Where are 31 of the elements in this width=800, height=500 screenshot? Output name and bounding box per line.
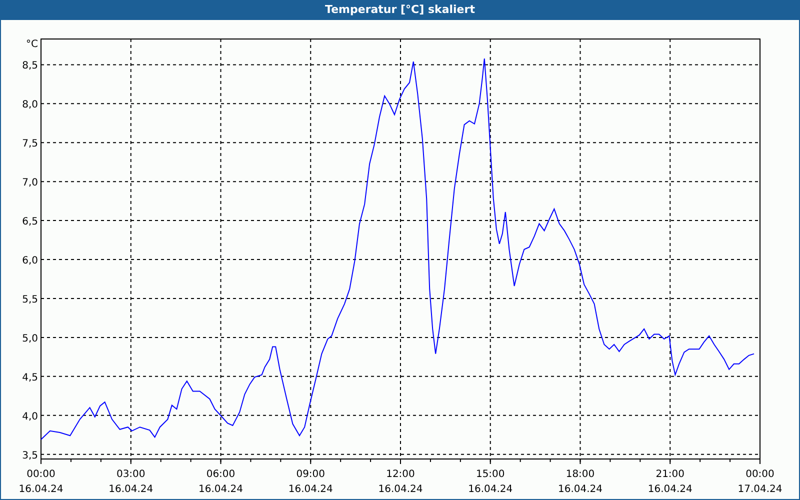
y-tick-label: 6,0: [22, 256, 38, 267]
x-tick-time-label: 21:00: [656, 469, 685, 480]
x-tick-date-label: 16.04.24: [468, 484, 513, 495]
y-tick-label: 3,5: [22, 450, 38, 462]
x-tick-time-label: 03:00: [116, 469, 146, 480]
y-tick-label: 7,5: [22, 138, 38, 150]
x-tick-time-label: 12:00: [386, 469, 415, 480]
y-tick-label: 8,0: [22, 100, 38, 111]
y-tick-label: 8,5: [22, 60, 38, 72]
x-tick-time-label: 06:00: [206, 469, 236, 480]
y-tick-label: 6,5: [22, 216, 38, 228]
y-tick-label: 5,0: [22, 333, 38, 344]
x-tick-date-label: 16.04.24: [558, 484, 603, 495]
x-tick-time-label: 00:00: [746, 469, 774, 480]
x-tick-date-label: 16.04.24: [288, 484, 333, 495]
y-tick-label: 4,0: [22, 411, 38, 422]
x-tick-date-label: 16.04.24: [198, 484, 244, 495]
x-tick-date-label: 16.04.24: [108, 484, 154, 495]
y-axis-unit: °C: [26, 39, 38, 50]
x-tick-date-label: 16.04.24: [378, 484, 423, 495]
x-tick-date-label: 17.04.24: [738, 484, 782, 495]
y-tick-label: 5,5: [22, 294, 38, 306]
x-tick-time-label: 18:00: [566, 469, 595, 480]
x-tick-time-label: 09:00: [296, 469, 326, 480]
x-tick-date-label: 16.04.24: [648, 484, 692, 495]
x-tick-date-label: 16.04.24: [18, 484, 64, 495]
y-tick-label: 4,5: [22, 372, 38, 384]
chart-title: Temperatur [°C] skaliert: [1, 0, 799, 20]
x-tick-time-label: 00:00: [26, 469, 56, 480]
x-tick-time-label: 15:00: [476, 469, 505, 480]
y-tick-label: 7,0: [22, 178, 38, 189]
